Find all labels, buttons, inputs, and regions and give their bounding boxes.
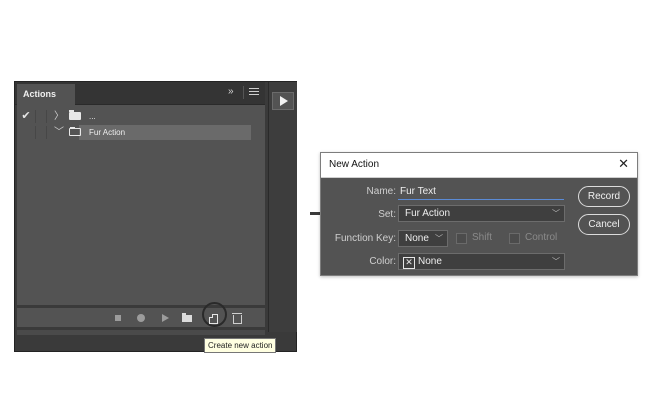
tab-actions[interactable]: Actions (17, 84, 75, 105)
color-label: Color: (369, 256, 396, 267)
list-item-label: ... (89, 112, 96, 121)
stop-icon[interactable] (111, 311, 125, 325)
record-button[interactable]: Record (578, 186, 630, 207)
name-label: Name: (366, 186, 396, 197)
actions-list: ✔ 〉 ... ﹀ Fur Action (17, 105, 265, 305)
open-folder-icon (69, 127, 81, 136)
color-dropdown[interactable]: ✕ None ﹀ (398, 253, 565, 270)
control-checkbox[interactable] (509, 233, 520, 244)
chevron-down-icon: ﹀ (552, 257, 560, 266)
new-action-icon[interactable] (206, 311, 220, 325)
actions-panel: Actions » ✔ 〉 ... ﹀ Fur Action (14, 81, 297, 352)
chevron-down-icon: ﹀ (552, 209, 560, 218)
panel-tabbar: Actions » (15, 82, 265, 105)
set-dropdown-value: Fur Action (405, 208, 451, 219)
color-value: None (418, 256, 442, 267)
shift-checkbox[interactable] (456, 233, 467, 244)
no-color-swatch-icon: ✕ (403, 257, 415, 269)
new-action-dialog: New Action ✕ Name: Set: Fur Action ﹀ Fun… (320, 152, 638, 276)
panel-resize-handle[interactable] (17, 330, 265, 335)
dialog-toggle-cell[interactable] (35, 110, 47, 123)
panel-menu-icon[interactable] (248, 86, 261, 98)
chevron-down-icon[interactable]: ﹀ (53, 125, 65, 140)
tooltip: Create new action (204, 338, 277, 353)
folder-icon (69, 110, 81, 120)
name-input[interactable] (398, 184, 564, 200)
chevron-down-icon: ﹀ (435, 234, 443, 243)
toggle-checkmark-icon[interactable]: ✔ (19, 109, 33, 124)
function-key-dropdown[interactable]: None ﹀ (398, 230, 448, 247)
tabbar-divider (243, 86, 244, 99)
dialog-title: New Action (329, 159, 380, 170)
close-icon[interactable]: ✕ (618, 157, 629, 171)
new-set-icon[interactable] (180, 311, 194, 325)
set-dropdown[interactable]: Fur Action ﹀ (398, 205, 565, 222)
list-item-fur-action[interactable]: ﹀ Fur Action (17, 125, 251, 140)
function-key-label: Function Key: (334, 233, 396, 244)
trash-icon[interactable] (230, 311, 244, 325)
shift-label: Shift (472, 232, 493, 243)
control-label: Control (525, 232, 558, 243)
cancel-button[interactable]: Cancel (578, 214, 630, 235)
function-key-value: None (405, 233, 429, 244)
chevron-right-icon[interactable]: 〉 (53, 109, 65, 124)
toggle-cell[interactable] (19, 125, 33, 140)
play-icon[interactable] (272, 92, 294, 110)
actions-toolbar (17, 302, 265, 327)
list-item-default-set[interactable]: ✔ 〉 ... (17, 109, 251, 124)
dialog-toggle-cell[interactable] (35, 126, 47, 139)
list-item-label: Fur Action (89, 128, 126, 137)
record-icon[interactable] (134, 311, 148, 325)
play-icon[interactable] (158, 311, 172, 325)
dialog-titlebar: New Action ✕ (321, 153, 637, 178)
set-label: Set: (378, 209, 396, 220)
right-dock (268, 82, 297, 332)
collapse-panel-icon[interactable]: » (228, 86, 233, 97)
